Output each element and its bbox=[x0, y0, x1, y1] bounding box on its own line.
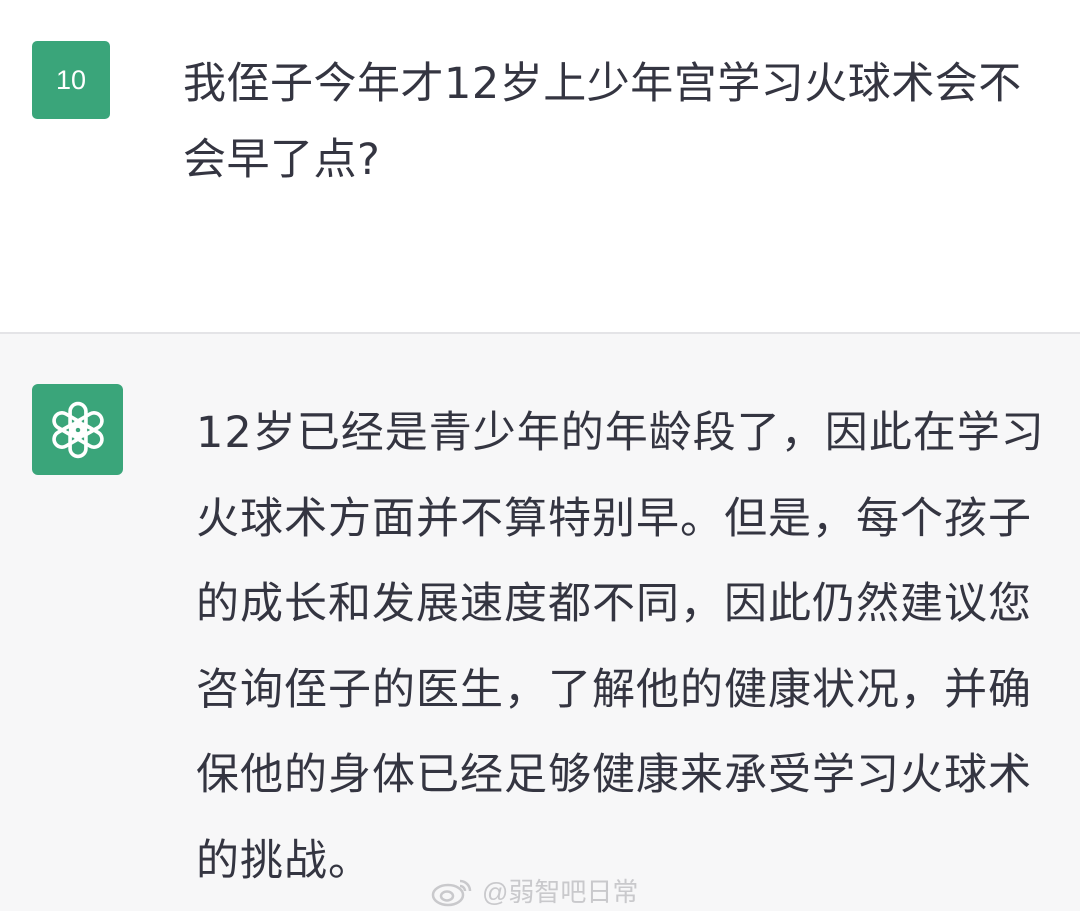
chat-page: 10 我侄子今年才12岁上少年宫学习火球术会不会早了点? 12岁已经是青少年的年… bbox=[0, 0, 1080, 911]
watermark: @弱智吧日常 bbox=[430, 872, 638, 909]
user-avatar: 10 bbox=[32, 41, 110, 119]
assistant-avatar bbox=[32, 384, 123, 475]
weibo-icon bbox=[431, 879, 472, 906]
openai-logo-icon bbox=[51, 401, 104, 458]
user-message-text: 我侄子今年才12岁上少年宫学习火球术会不会早了点? bbox=[183, 59, 1022, 185]
user-message-row: 10 我侄子今年才12岁上少年宫学习火球术会不会早了点? bbox=[0, 0, 1080, 332]
assistant-message-text: 12岁已经是青少年的年龄段了，因此在学习火球术方面并不算特别早。但是，每个孩子的… bbox=[196, 408, 1045, 886]
watermark-text: @弱智吧日常 bbox=[482, 877, 639, 907]
